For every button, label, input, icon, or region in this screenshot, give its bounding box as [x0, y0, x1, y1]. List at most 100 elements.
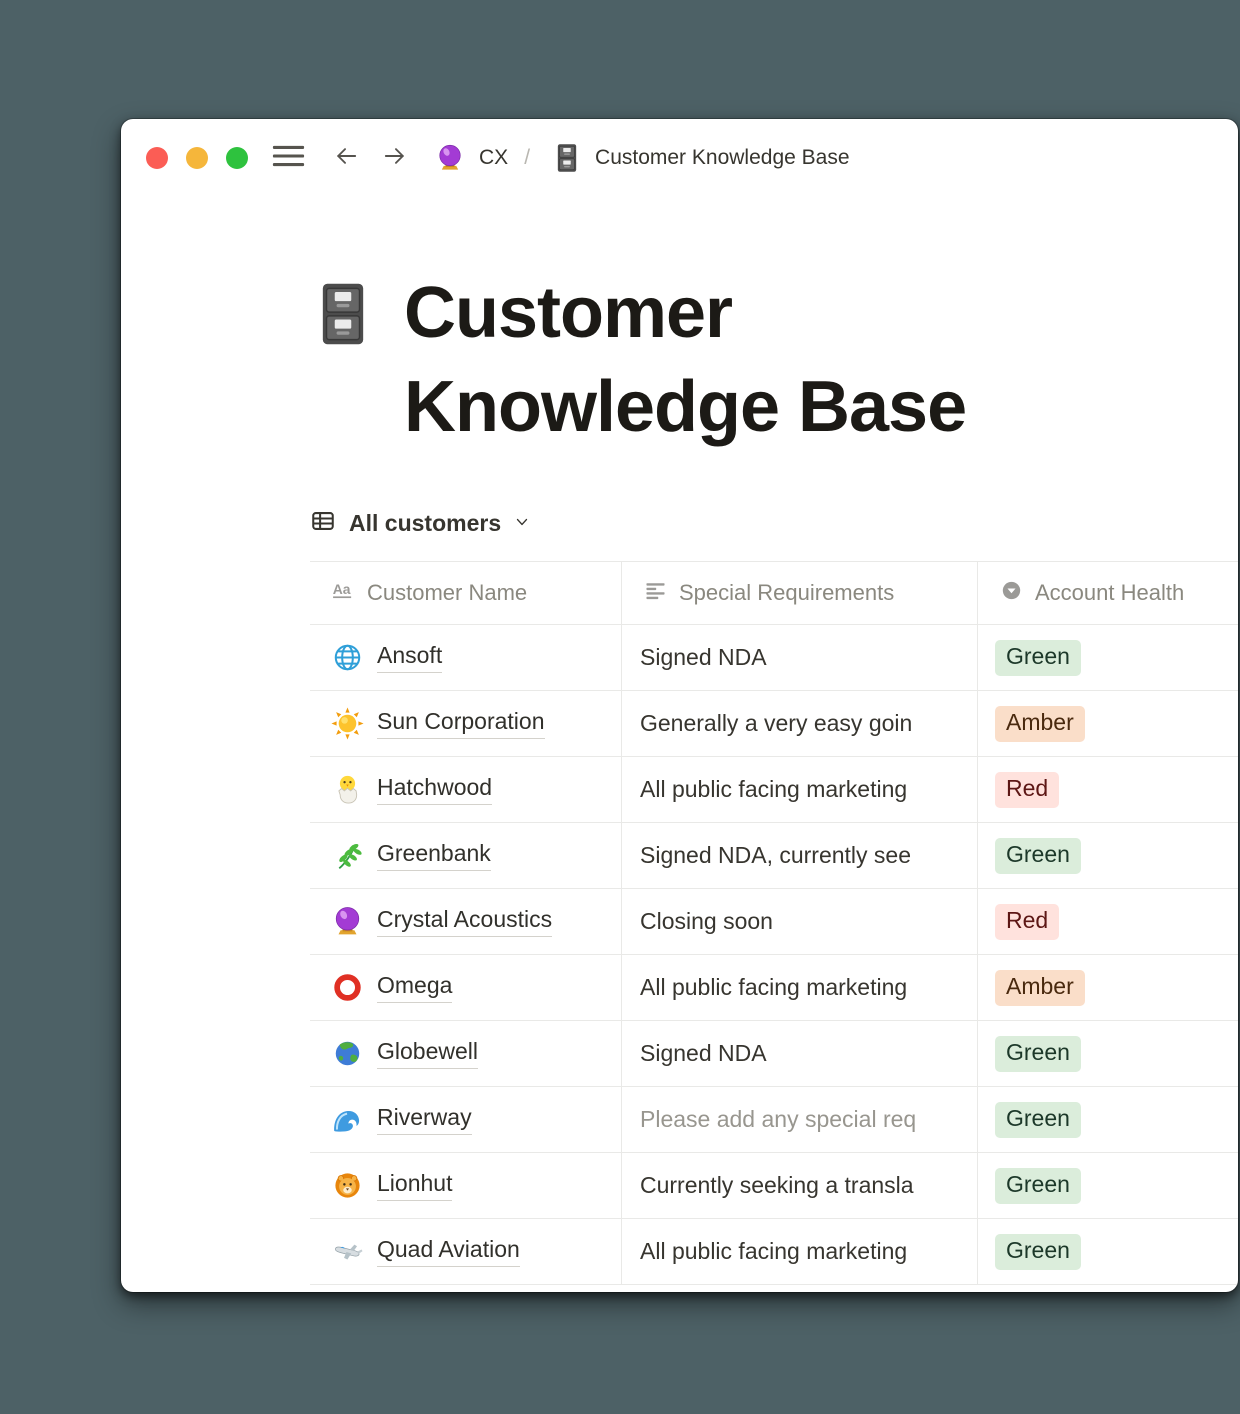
forward-button[interactable]: [381, 143, 408, 174]
health-badge[interactable]: Green: [995, 640, 1081, 676]
table-body: Ansoft Signed NDA Green Sun Corporation Gene…: [310, 625, 1238, 1285]
sidebar-toggle-button[interactable]: [272, 145, 305, 172]
file-cabinet-icon: [552, 143, 582, 173]
earth-globe-icon: [331, 1037, 364, 1070]
column-header-label: Account Health: [1035, 580, 1184, 606]
customer-name-link[interactable]: Greenbank: [377, 840, 491, 871]
column-header-special-requirements[interactable]: Special Requirements: [622, 562, 978, 624]
special-requirements-cell[interactable]: Signed NDA: [622, 625, 978, 690]
health-badge[interactable]: Green: [995, 1234, 1081, 1270]
customer-name-cell[interactable]: Omega: [310, 955, 622, 1020]
health-badge[interactable]: Green: [995, 1168, 1081, 1204]
special-requirements-text: Generally a very easy goin: [640, 710, 912, 737]
special-requirements-cell[interactable]: Closing soon: [622, 889, 978, 954]
view-switcher[interactable]: All customers: [310, 508, 1238, 538]
special-requirements-text: Signed NDA: [640, 1040, 767, 1067]
special-requirements-cell[interactable]: All public facing marketing: [622, 1219, 978, 1284]
water-wave-icon: [331, 1103, 364, 1136]
account-health-cell[interactable]: Red: [978, 757, 1238, 822]
account-health-cell[interactable]: Amber: [978, 955, 1238, 1020]
app-window: CX / Customer Knowledge Base Customer Kn…: [121, 119, 1238, 1292]
special-requirements-cell[interactable]: Generally a very easy goin: [622, 691, 978, 756]
customer-name-link[interactable]: Riverway: [377, 1104, 472, 1135]
account-health-cell[interactable]: Green: [978, 823, 1238, 888]
customer-name-cell[interactable]: Globewell: [310, 1021, 622, 1086]
hamburger-menu-icon: [272, 145, 305, 172]
customer-name-cell[interactable]: Riverway: [310, 1087, 622, 1152]
special-requirements-cell[interactable]: All public facing marketing: [622, 955, 978, 1020]
health-badge[interactable]: Amber: [995, 706, 1085, 742]
customer-name-link[interactable]: Globewell: [377, 1038, 478, 1069]
customer-name-link[interactable]: Quad Aviation: [377, 1236, 520, 1267]
customer-name-cell[interactable]: Crystal Acoustics: [310, 889, 622, 954]
globe-icon: [331, 641, 364, 674]
account-health-cell[interactable]: Green: [978, 1087, 1238, 1152]
special-requirements-cell[interactable]: Please add any special req: [622, 1087, 978, 1152]
column-header-label: Customer Name: [367, 580, 527, 606]
special-requirements-cell[interactable]: Currently seeking a transla: [622, 1153, 978, 1218]
table-row: Greenbank Signed NDA, currently see Green: [310, 823, 1238, 889]
table-row: Omega All public facing marketing Amber: [310, 955, 1238, 1021]
svg-text:Aa: Aa: [333, 581, 351, 597]
health-badge[interactable]: Red: [995, 772, 1059, 808]
customer-name-cell[interactable]: Sun Corporation: [310, 691, 622, 756]
special-requirements-text: All public facing marketing: [640, 974, 907, 1001]
special-requirements-cell[interactable]: All public facing marketing: [622, 757, 978, 822]
crystal-ball-icon[interactable]: [435, 143, 465, 173]
page-title-text[interactable]: Customer Knowledge Base: [404, 267, 1044, 454]
file-cabinet-icon[interactable]: [310, 267, 376, 355]
customer-name-link[interactable]: Crystal Acoustics: [377, 906, 552, 937]
special-requirements-cell[interactable]: Signed NDA: [622, 1021, 978, 1086]
breadcrumb-workspace[interactable]: CX: [479, 146, 508, 170]
customer-name-link[interactable]: Lionhut: [377, 1170, 452, 1201]
column-header-account-health[interactable]: Account Health: [978, 562, 1238, 624]
health-badge[interactable]: Green: [995, 1036, 1081, 1072]
account-health-cell[interactable]: Green: [978, 1219, 1238, 1284]
lion-icon: [331, 1169, 364, 1202]
health-badge[interactable]: Green: [995, 838, 1081, 874]
table-row: Lionhut Currently seeking a transla Green: [310, 1153, 1238, 1219]
text-lines-icon: [643, 578, 668, 609]
select-icon: [999, 578, 1024, 609]
account-health-cell[interactable]: Amber: [978, 691, 1238, 756]
customer-name-cell[interactable]: Quad Aviation: [310, 1219, 622, 1284]
health-badge[interactable]: Green: [995, 1102, 1081, 1138]
close-window-button[interactable]: [146, 147, 168, 169]
table-row: Hatchwood All public facing marketing Red: [310, 757, 1238, 823]
customer-name-cell[interactable]: Lionhut: [310, 1153, 622, 1218]
special-requirements-text: Please add any special req: [640, 1106, 916, 1133]
customer-name-link[interactable]: Sun Corporation: [377, 708, 545, 739]
customer-table: Aa Customer Name Special Requirements Accou…: [310, 561, 1238, 1285]
zoom-window-button[interactable]: [226, 147, 248, 169]
back-arrow-icon: [333, 143, 360, 174]
window-controls: [146, 147, 248, 169]
back-button[interactable]: [333, 143, 360, 174]
column-header-label: Special Requirements: [679, 580, 894, 606]
customer-name-cell[interactable]: Hatchwood: [310, 757, 622, 822]
health-badge[interactable]: Red: [995, 904, 1059, 940]
customer-name-cell[interactable]: Ansoft: [310, 625, 622, 690]
account-health-cell[interactable]: Green: [978, 1021, 1238, 1086]
special-requirements-cell[interactable]: Signed NDA, currently see: [622, 823, 978, 888]
breadcrumb-page-title[interactable]: Customer Knowledge Base: [595, 146, 849, 170]
account-health-cell[interactable]: Green: [978, 625, 1238, 690]
page-content: Customer Knowledge Base All customers Aa…: [121, 267, 1238, 1285]
special-requirements-text: All public facing marketing: [640, 1238, 907, 1265]
minimize-window-button[interactable]: [186, 147, 208, 169]
view-name[interactable]: All customers: [349, 510, 501, 537]
customer-name-link[interactable]: Omega: [377, 972, 452, 1003]
red-circle-icon: [331, 971, 364, 1004]
crystal-ball-icon: [331, 905, 364, 938]
account-health-cell[interactable]: Red: [978, 889, 1238, 954]
account-health-cell[interactable]: Green: [978, 1153, 1238, 1218]
special-requirements-text: Signed NDA, currently see: [640, 842, 911, 869]
page-title: Customer Knowledge Base: [310, 267, 1238, 454]
customer-name-cell[interactable]: Greenbank: [310, 823, 622, 888]
customer-name-link[interactable]: Hatchwood: [377, 774, 492, 805]
titlebar: CX / Customer Knowledge Base: [121, 119, 1238, 197]
health-badge[interactable]: Amber: [995, 970, 1085, 1006]
table-row: Riverway Please add any special req Green: [310, 1087, 1238, 1153]
customer-name-link[interactable]: Ansoft: [377, 642, 442, 673]
column-header-customer-name[interactable]: Aa Customer Name: [310, 562, 622, 624]
breadcrumb: CX / Customer Knowledge Base: [408, 143, 850, 173]
